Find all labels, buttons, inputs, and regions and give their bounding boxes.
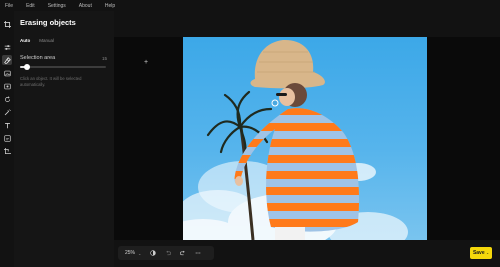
- erase-settings-panel: Erasing objects Auto Manual Selection ar…: [14, 11, 114, 267]
- selection-area-value: 15: [102, 56, 108, 61]
- eraser-tool[interactable]: [2, 55, 12, 65]
- resize-tool[interactable]: [2, 146, 12, 156]
- menu-bar: File Edit Settings About Help: [0, 0, 500, 11]
- redo-button[interactable]: [175, 246, 190, 260]
- undo-button[interactable]: [160, 246, 175, 260]
- layers-tool[interactable]: [2, 133, 12, 143]
- menu-help[interactable]: Help: [105, 3, 115, 9]
- selection-area-slider[interactable]: [20, 64, 106, 70]
- text-tool[interactable]: [2, 120, 12, 130]
- photo-illustration: [183, 39, 408, 240]
- resize-icon: [3, 147, 11, 154]
- magic-wand-tool[interactable]: [2, 107, 12, 117]
- menu-about[interactable]: About: [79, 3, 92, 9]
- image-icon: [3, 70, 11, 76]
- tool-strip: [0, 20, 14, 167]
- tab-auto[interactable]: Auto: [20, 38, 30, 43]
- bottom-bar: 25% ⌄ Save ⌄: [114, 240, 500, 267]
- canvas-area[interactable]: +: [114, 37, 500, 240]
- menu-settings[interactable]: Settings: [48, 3, 66, 9]
- slider-handle[interactable]: [23, 64, 30, 70]
- crop-icon: [3, 20, 11, 28]
- image-tool[interactable]: [2, 68, 12, 78]
- eraser-icon: [3, 56, 11, 64]
- rotate-tool[interactable]: [2, 94, 12, 104]
- replace-icon: [3, 83, 11, 89]
- text-icon: [4, 122, 10, 128]
- redo-icon: [179, 250, 185, 256]
- view-controls: 25% ⌄: [118, 246, 214, 260]
- magic-wand-icon: [4, 108, 11, 115]
- compare-icon: [150, 250, 156, 256]
- tab-manual[interactable]: Manual: [39, 38, 54, 43]
- mode-tabs: Auto Manual: [20, 38, 63, 43]
- crosshair-cursor-icon: +: [144, 59, 149, 66]
- save-label: Save: [472, 250, 485, 256]
- chevron-down-icon: ⌄: [138, 250, 142, 256]
- crop-tool[interactable]: [2, 19, 12, 29]
- layers-icon: [3, 134, 11, 142]
- selection-area-label: Selection area: [20, 55, 56, 61]
- panel-title: Erasing objects: [20, 18, 76, 27]
- adjust-sliders-icon: [4, 44, 10, 50]
- menu-file[interactable]: File: [5, 3, 13, 9]
- adjust-tool[interactable]: [2, 42, 12, 52]
- rotate-icon: [4, 95, 10, 102]
- chevron-down-icon: ⌄: [486, 251, 490, 255]
- save-button[interactable]: Save ⌄: [470, 247, 492, 259]
- ellipsis-icon: [195, 252, 201, 254]
- menu-edit[interactable]: Edit: [26, 3, 35, 9]
- hint-text: Click an object. It will be selected aut…: [20, 76, 82, 87]
- zoom-level: 25%: [125, 250, 136, 256]
- more-options-button[interactable]: [190, 246, 205, 260]
- photo-canvas[interactable]: [183, 37, 427, 240]
- compare-button[interactable]: [145, 246, 160, 260]
- zoom-dropdown[interactable]: 25% ⌄: [118, 246, 145, 260]
- undo-icon: [166, 250, 171, 256]
- replace-tool[interactable]: [2, 81, 12, 91]
